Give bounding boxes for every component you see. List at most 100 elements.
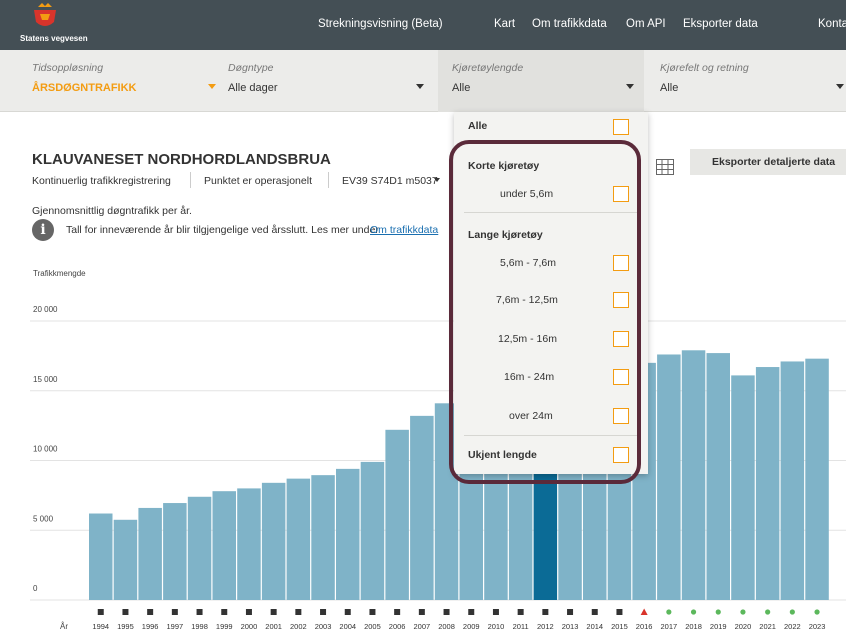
x-tick-label: 2003 <box>315 622 332 631</box>
option-label: 7,6m - 12,5m <box>496 294 558 306</box>
nav-link-om-trafikkdata[interactable]: Om trafikkdata <box>532 18 607 30</box>
bar[interactable] <box>657 354 681 600</box>
y-tick-label: 5 000 <box>33 514 54 523</box>
bar[interactable] <box>113 519 138 600</box>
bar[interactable] <box>681 350 706 600</box>
option-under-5-6m[interactable]: under 5,6m <box>500 188 620 200</box>
vehicle-length-dropdown: Alle Korte kjøretøy under 5,6m Lange kjø… <box>454 112 648 474</box>
x-tick-label: 2014 <box>586 622 603 631</box>
x-axis-title: År <box>60 622 68 631</box>
option-16m-24m-checkbox[interactable] <box>613 369 629 385</box>
bar[interactable] <box>237 488 261 600</box>
y-tick-label: 10 000 <box>33 445 58 454</box>
bar[interactable] <box>706 353 731 600</box>
marker-dot <box>715 609 721 615</box>
x-tick-label: 2017 <box>661 622 678 631</box>
x-tick-label: 2023 <box>809 622 826 631</box>
statens-vegvesen-logo[interactable]: Statens vegvesen <box>20 2 110 46</box>
nav-link-eksporter-data[interactable]: Eksporter data <box>683 18 758 30</box>
bar[interactable] <box>731 375 755 600</box>
filter-kjorefelt-og-retning[interactable]: Kjørefelt og retning Alle <box>660 50 846 112</box>
x-tick-label: 2005 <box>364 622 381 631</box>
nav-link-kart[interactable]: Kart <box>494 18 515 30</box>
filter-dogntype[interactable]: Døgntype Alle dager <box>228 50 428 112</box>
marker-dot <box>814 609 820 615</box>
x-tick-label: 2001 <box>265 622 282 631</box>
export-detailed-data-button[interactable]: Eksporter detaljerte data <box>690 149 846 175</box>
option-alle-checkbox[interactable] <box>613 119 629 135</box>
filter-label: Tidsoppløsning <box>32 62 104 74</box>
x-tick-label: 2010 <box>488 622 505 631</box>
om-trafikkdata-link[interactable]: Om trafikkdata <box>370 224 438 236</box>
bar[interactable] <box>163 503 187 600</box>
nav-link-om-api[interactable]: Om API <box>626 18 666 30</box>
marker-dot <box>789 609 795 615</box>
filter-value: Alle <box>660 82 679 94</box>
marker-triangle <box>640 608 648 615</box>
option-12-5m-16m-checkbox[interactable] <box>613 331 629 347</box>
y-axis-title: Trafikkmengde <box>33 269 86 278</box>
option-7-6m-12-5m-checkbox[interactable] <box>613 292 629 308</box>
bar[interactable] <box>261 482 286 600</box>
x-tick-label: 2013 <box>562 622 579 631</box>
option-12-5m-16m[interactable]: 12,5m - 16m <box>498 333 692 345</box>
option-under-5-6m-checkbox[interactable] <box>613 186 629 202</box>
filter-tidsopplosning[interactable]: Tidsoppløsning ÅRSDØGNTRAFIKK <box>32 50 222 112</box>
nav-link-kontakt[interactable]: Konta <box>818 18 846 30</box>
bar[interactable] <box>385 429 409 600</box>
filter-kjoretoylengde[interactable]: Kjøretøylengde Alle <box>438 50 644 112</box>
x-tick-label: 2009 <box>463 622 480 631</box>
x-tick-label: 2002 <box>290 622 307 631</box>
x-tick-label: 2008 <box>438 622 455 631</box>
option-label: under 5,6m <box>500 188 554 200</box>
bar[interactable] <box>805 358 829 600</box>
table-view-icon[interactable] <box>656 159 674 175</box>
bar[interactable] <box>410 415 434 600</box>
bar[interactable] <box>311 475 335 600</box>
marker-dot <box>666 609 672 615</box>
station-type: Kontinuerlig trafikkregistrering <box>32 175 171 187</box>
marker-square <box>97 609 104 615</box>
bar[interactable] <box>89 513 113 600</box>
x-tick-label: 2007 <box>414 622 431 631</box>
marker-square <box>468 609 475 615</box>
marker-square <box>567 609 574 615</box>
traffic-bar-chart: Trafikkmengde 0 5 000 10 000 15 000 20 000 199… <box>30 269 846 631</box>
bar[interactable] <box>360 461 385 600</box>
option-ukjent-lengde-checkbox[interactable] <box>613 447 629 463</box>
bar[interactable] <box>212 491 237 600</box>
marker-square <box>320 609 327 615</box>
marker-dot <box>690 609 697 615</box>
bar[interactable] <box>755 367 780 600</box>
option-label: over 24m <box>509 410 553 422</box>
logo-text: Statens vegvesen <box>20 34 88 43</box>
marker-dot <box>740 609 746 615</box>
option-5-6m-7-6m[interactable]: 5,6m - 7,6m <box>500 257 694 269</box>
x-tick-label: 2012 <box>537 622 554 631</box>
filter-label: Døgntype <box>228 62 274 74</box>
bar[interactable] <box>138 507 162 600</box>
option-7-6m-12-5m[interactable]: 7,6m - 12,5m <box>496 294 690 306</box>
filter-label: Kjøretøylengde <box>452 62 524 74</box>
marker-square <box>443 609 450 615</box>
bar[interactable] <box>187 496 212 600</box>
option-16m-24m[interactable]: 16m - 24m <box>504 371 698 383</box>
x-tick-label: 2019 <box>710 622 727 631</box>
option-over-24m[interactable]: over 24m <box>509 410 703 422</box>
bar[interactable] <box>780 361 805 600</box>
nav-link-strekningsvisning[interactable]: Strekningsvisning (Beta) <box>318 18 443 30</box>
marker-square <box>295 609 302 615</box>
x-tick-label: 1995 <box>117 622 134 631</box>
road-reference-select[interactable]: EV39 S74D1 m5037 <box>342 175 438 187</box>
x-tick-label: 1996 <box>142 622 159 631</box>
bar[interactable] <box>286 478 311 600</box>
marker-square <box>221 609 228 615</box>
option-label: Alle <box>468 120 488 132</box>
option-over-24m-checkbox[interactable] <box>613 408 629 424</box>
option-5-6m-7-6m-checkbox[interactable] <box>613 255 629 271</box>
filter-bar: Tidsoppløsning ÅRSDØGNTRAFIKK Døgntype A… <box>0 50 846 112</box>
option-ukjent-lengde[interactable]: Ukjent lengde <box>468 449 588 461</box>
y-tick-label: 0 <box>33 584 38 593</box>
bar[interactable] <box>336 468 360 600</box>
x-tick-label: 2021 <box>759 622 776 631</box>
